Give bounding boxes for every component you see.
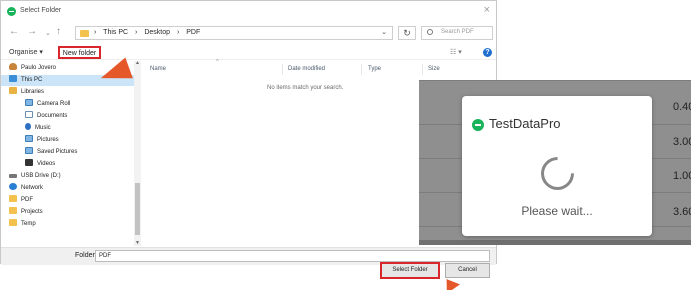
column-divider[interactable]: [422, 64, 423, 75]
search-icon: [427, 29, 433, 35]
column-header-name[interactable]: Name: [150, 66, 166, 72]
pictures-icon: [25, 99, 33, 106]
sidebar-item-label: Music: [35, 125, 51, 131]
wait-message: Please wait...: [521, 204, 593, 218]
background-cell-value: 3.60: [673, 206, 691, 218]
dialog-titlebar: Select Folder ×: [1, 1, 496, 21]
breadcrumb-pdf[interactable]: PDF: [186, 29, 200, 36]
command-toolbar: Organise ▾ New folder ☷ ▾ ?: [1, 44, 496, 60]
sidebar-item-label: Videos: [37, 161, 56, 167]
folder-icon: [9, 219, 17, 226]
folder-input[interactable]: PDF: [95, 250, 490, 262]
breadcrumb: › This PC › Desktop › PDF: [94, 29, 205, 36]
scroll-up-icon[interactable]: ▲: [134, 60, 141, 66]
search-input[interactable]: Search PDF: [421, 26, 493, 40]
column-divider[interactable]: [282, 64, 283, 75]
column-header-date-modified[interactable]: Date modified: [288, 66, 325, 72]
address-bar[interactable]: › This PC › Desktop › PDF ⌄: [75, 26, 393, 40]
sidebar-item-label: Camera Roll: [37, 101, 71, 107]
organise-button[interactable]: Organise ▾: [9, 48, 43, 56]
loading-overlay: 0.40 3.00 1.00 3.60 TestDataPro Please w…: [419, 80, 691, 245]
pictures-icon: [25, 135, 33, 142]
sidebar-item-usb-drive[interactable]: USB Drive (D:): [9, 171, 61, 182]
sidebar-item-label: USB Drive (D:): [21, 173, 61, 179]
breadcrumb-separator: ›: [94, 29, 97, 36]
view-options-button[interactable]: ☷ ▾: [450, 48, 462, 56]
sidebar-item-music[interactable]: Music: [25, 123, 51, 134]
sidebar-item-user[interactable]: Paulo Jovero: [9, 63, 56, 74]
sidebar-item-label: Paulo Jovero: [21, 65, 57, 71]
empty-message: No items match your search.: [267, 85, 344, 91]
user-icon: [9, 63, 17, 70]
folder-icon: [9, 195, 17, 202]
sidebar-item-saved-pictures[interactable]: Saved Pictures: [25, 147, 77, 158]
chevron-down-icon[interactable]: ⌄: [381, 28, 387, 36]
sidebar-item-label: PDF: [21, 197, 33, 203]
pc-icon: [9, 75, 17, 82]
sidebar-item-camera-roll[interactable]: Camera Roll: [25, 99, 70, 110]
recent-locations-chevron-icon[interactable]: ⌄: [45, 28, 51, 40]
network-icon: [9, 183, 17, 190]
sidebar-item-videos[interactable]: Videos: [25, 159, 55, 170]
app-logo-icon: [472, 119, 484, 131]
sidebar-item-pdf[interactable]: PDF: [9, 195, 33, 206]
back-arrow-icon[interactable]: ←: [9, 26, 19, 38]
sidebar-item-label: Libraries: [21, 89, 45, 95]
close-icon[interactable]: ×: [484, 4, 490, 16]
up-arrow-icon[interactable]: ↑: [56, 26, 61, 38]
usb-drive-icon: [9, 174, 17, 178]
documents-icon: [25, 111, 33, 118]
breadcrumb-this-pc[interactable]: This PC: [103, 29, 128, 36]
column-header-size[interactable]: Size: [428, 66, 440, 72]
help-icon[interactable]: ?: [483, 48, 492, 57]
breadcrumb-separator: ›: [176, 29, 180, 36]
breadcrumb-desktop[interactable]: Desktop: [144, 29, 170, 36]
forward-arrow-icon[interactable]: →: [27, 26, 37, 38]
table-row-divider: [419, 80, 691, 81]
sidebar-item-label: Network: [21, 185, 44, 191]
refresh-button[interactable]: ↻: [398, 26, 416, 40]
sidebar-item-label: Projects: [21, 209, 43, 215]
folder-label: Folder:: [75, 252, 97, 259]
sidebar-item-projects[interactable]: Projects: [9, 207, 43, 218]
background-cell-value: 3.00: [673, 136, 691, 148]
column-divider[interactable]: [361, 64, 362, 75]
dialog-button-row: Select Folder Cancel: [0, 262, 691, 288]
modal-title: TestDataPro: [489, 116, 561, 131]
loading-spinner-icon: [534, 150, 581, 197]
sidebar-item-label: This PC: [21, 77, 43, 83]
folder-icon: [80, 30, 89, 37]
sidebar-item-label: Pictures: [37, 137, 59, 143]
sidebar-item-label: Saved Pictures: [37, 149, 78, 155]
dialog-title: Select Folder: [20, 7, 62, 14]
scroll-down-icon[interactable]: ▼: [134, 240, 141, 246]
please-wait-modal: TestDataPro Please wait...: [462, 96, 652, 236]
sidebar-item-temp[interactable]: Temp: [9, 219, 36, 230]
breadcrumb-separator: ›: [135, 29, 138, 36]
navigation-bar: ← → ⌄ ↑ › This PC › Desktop › PDF ⌄ ↻ Se…: [1, 24, 496, 42]
libraries-icon: [9, 87, 17, 94]
sidebar-item-label: Temp: [21, 221, 36, 227]
select-folder-button[interactable]: Select Folder: [380, 262, 440, 279]
new-folder-button[interactable]: New folder: [58, 46, 101, 59]
videos-icon: [25, 159, 33, 166]
sidebar-item-network[interactable]: Network: [9, 183, 43, 194]
background-cell-value: 0.40: [673, 101, 691, 113]
search-placeholder: Search PDF: [441, 29, 474, 35]
sidebar-item-libraries[interactable]: Libraries: [9, 87, 44, 98]
sort-caret-icon: ^: [216, 59, 219, 65]
background-strip: [419, 240, 691, 245]
navigation-scrollbar[interactable]: ▲ ▼: [134, 60, 141, 246]
background-cell-value: 1.00: [673, 170, 691, 182]
navigation-pane: Paulo Jovero This PC Libraries Camera Ro…: [1, 61, 141, 246]
app-icon: [7, 7, 16, 16]
sidebar-item-label: Documents: [37, 113, 68, 119]
sidebar-item-pictures[interactable]: Pictures: [25, 135, 59, 146]
music-icon: [25, 123, 31, 130]
sidebar-item-documents[interactable]: Documents: [25, 111, 67, 122]
scrollbar-thumb[interactable]: [135, 183, 140, 235]
folder-icon: [9, 207, 17, 214]
pictures-icon: [25, 147, 33, 154]
column-header-type[interactable]: Type: [368, 66, 381, 72]
